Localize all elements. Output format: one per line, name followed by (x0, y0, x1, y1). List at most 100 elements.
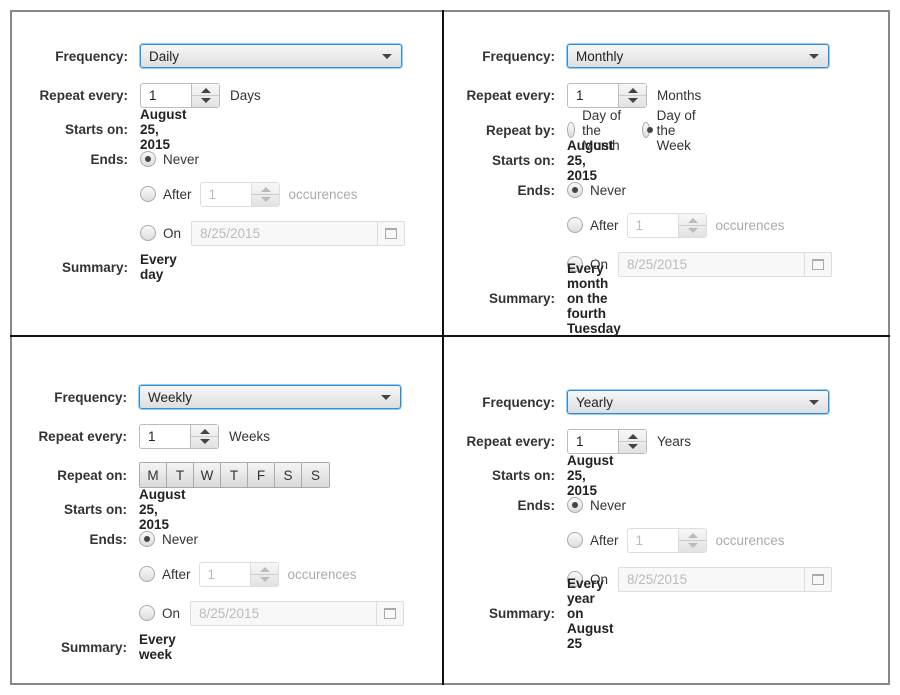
repeat-every-label: Repeat every: (466, 433, 555, 449)
day-toggle-thursday[interactable]: T (221, 463, 248, 487)
ends-on-radio[interactable] (140, 225, 156, 241)
ends-after-radio[interactable] (567, 532, 583, 548)
frequency-value: Weekly (148, 389, 193, 405)
repeat-on-label: Repeat on: (57, 467, 127, 483)
day-toggle-wednesday[interactable]: W (194, 463, 221, 487)
end-date-picker[interactable]: 8/25/2015 (618, 251, 833, 277)
end-date-value: 8/25/2015 (627, 256, 688, 272)
frequency-label: Frequency: (54, 389, 127, 405)
occurrences-value: 1 (635, 532, 644, 548)
decrement-icon[interactable] (628, 97, 638, 103)
increment-icon (687, 532, 698, 538)
starts-on-label: Starts on: (491, 152, 555, 168)
decrement-icon (259, 576, 270, 582)
occurrences-spinner[interactable]: 1 (199, 181, 280, 207)
summary-label: Summary: (60, 639, 127, 655)
starts-on-label: Starts on: (63, 501, 127, 517)
repeat-every-value: 1 (576, 433, 584, 449)
occurrences-value: 1 (207, 566, 216, 582)
occurrences-label: occurences (288, 186, 358, 202)
ends-after-radio[interactable] (140, 186, 156, 202)
frequency-label: Frequency: (55, 48, 128, 64)
ends-never-radio[interactable] (567, 497, 583, 513)
vertical-divider (442, 10, 444, 685)
repeat-unit: Months (657, 87, 702, 103)
increment-icon (260, 186, 271, 192)
ends-label: Ends: (517, 182, 555, 198)
chevron-down-icon[interactable] (809, 400, 819, 405)
repeat-every-value: 1 (576, 87, 584, 103)
increment-icon (687, 217, 698, 223)
day-toggle-saturday[interactable]: S (275, 463, 302, 487)
ends-never-radio[interactable] (567, 182, 583, 198)
never-label: Never (163, 151, 200, 167)
never-label: Never (162, 531, 199, 547)
repeat-every-spinner[interactable]: 1 (140, 82, 220, 108)
summary-label: Summary: (61, 259, 128, 275)
ends-never-radio[interactable] (140, 151, 156, 167)
decrement-icon[interactable] (201, 97, 211, 103)
frequency-select[interactable]: Yearly (567, 390, 829, 414)
repeat-by-label: Repeat by: (485, 122, 555, 138)
end-date-picker[interactable]: 8/25/2015 (618, 566, 833, 592)
calendar-icon[interactable] (804, 567, 831, 591)
calendar-icon[interactable] (377, 221, 404, 245)
repeat-by-day-of-week-radio[interactable] (641, 122, 653, 138)
frequency-select[interactable]: Daily (140, 44, 402, 68)
increment-icon[interactable] (628, 433, 638, 439)
summary-label: Summary: (488, 605, 555, 621)
end-date-picker[interactable]: 8/25/2015 (190, 600, 405, 626)
on-label: On (162, 605, 181, 621)
repeat-every-label: Repeat every: (38, 428, 127, 444)
occurrences-value: 1 (208, 186, 217, 202)
frequency-label: Frequency: (482, 394, 555, 410)
summary-label: Summary: (488, 290, 555, 306)
day-toggle-sunday[interactable]: S (302, 463, 329, 487)
occurrences-label: occurences (715, 532, 785, 548)
ends-never-radio[interactable] (139, 531, 155, 547)
increment-icon[interactable] (201, 87, 211, 93)
decrement-icon[interactable] (628, 443, 638, 449)
increment-icon[interactable] (628, 87, 638, 93)
weekday-toggle-group: M T W T F S S (139, 462, 330, 488)
occurrences-label: occurences (287, 566, 357, 582)
frequency-select[interactable]: Monthly (567, 44, 829, 68)
end-date-picker[interactable]: 8/25/2015 (191, 220, 406, 246)
ends-label: Ends: (90, 151, 128, 167)
frequency-value: Yearly (576, 394, 614, 410)
frequency-value: Monthly (576, 48, 624, 64)
decrement-icon[interactable] (200, 438, 210, 444)
summary-value: Every month on the fourth Tuesday (567, 260, 621, 336)
after-label: After (162, 566, 191, 582)
day-toggle-friday[interactable]: F (248, 463, 275, 487)
repeat-by-day-of-month-radio[interactable] (567, 122, 576, 138)
decrement-icon (260, 196, 271, 202)
chevron-down-icon[interactable] (809, 54, 819, 59)
decrement-icon (687, 542, 698, 548)
ends-after-radio[interactable] (139, 566, 155, 582)
end-date-value: 8/25/2015 (200, 225, 261, 241)
frequency-label: Frequency: (482, 48, 555, 64)
summary-value: Every year on August 25 (567, 575, 614, 651)
after-label: After (163, 186, 192, 202)
chevron-down-icon[interactable] (382, 54, 392, 59)
repeat-every-spinner[interactable]: 1 (567, 428, 647, 454)
occurrences-spinner[interactable]: 1 (198, 561, 279, 587)
occurrences-label: occurences (715, 217, 785, 233)
repeat-every-spinner[interactable]: 1 (139, 423, 219, 449)
ends-after-radio[interactable] (567, 217, 583, 233)
repeat-every-spinner[interactable]: 1 (567, 82, 647, 108)
day-toggle-monday[interactable]: M (140, 463, 167, 487)
ends-on-radio[interactable] (139, 605, 155, 621)
ends-label: Ends: (517, 497, 555, 513)
calendar-icon[interactable] (376, 601, 403, 625)
increment-icon (259, 566, 270, 572)
occurrences-spinner[interactable]: 1 (626, 527, 707, 553)
increment-icon[interactable] (200, 428, 210, 434)
horizontal-divider (10, 335, 890, 337)
frequency-select[interactable]: Weekly (139, 385, 401, 409)
day-toggle-tuesday[interactable]: T (167, 463, 194, 487)
calendar-icon[interactable] (804, 252, 831, 276)
chevron-down-icon[interactable] (381, 395, 391, 400)
occurrences-spinner[interactable]: 1 (626, 212, 707, 238)
